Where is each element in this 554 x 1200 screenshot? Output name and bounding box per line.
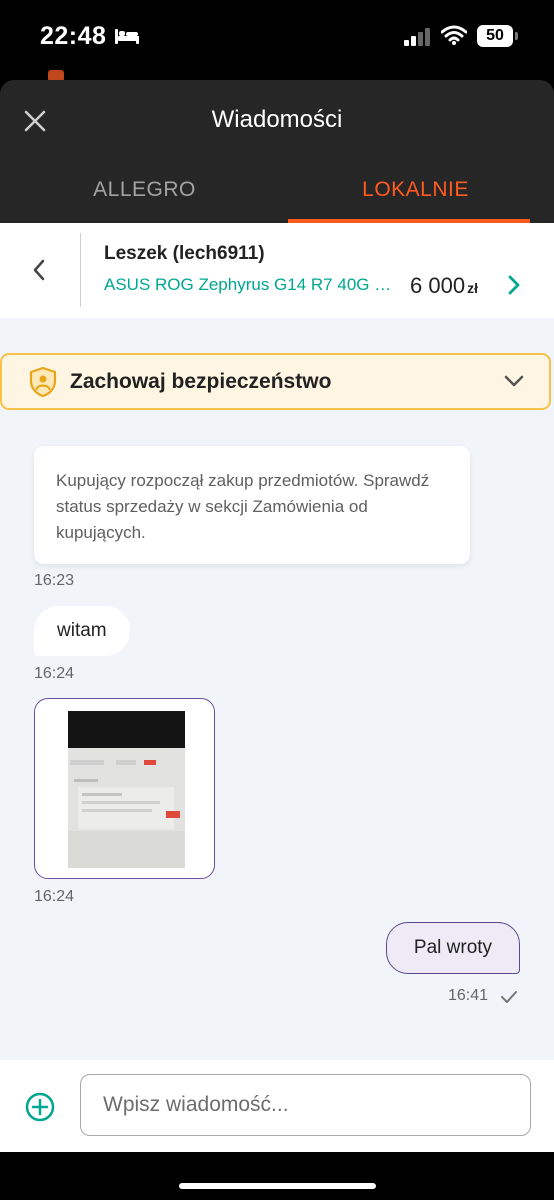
message-timestamp: 16:41 (448, 987, 489, 1004)
shield-icon (29, 366, 57, 398)
price-currency: zł (467, 280, 478, 296)
message-timestamp: 16:24 (34, 665, 75, 682)
chevron-right-icon[interactable] (504, 273, 524, 297)
composer: Wpisz wiadomość... (0, 1060, 554, 1152)
home-indicator[interactable] (179, 1183, 376, 1189)
home-bar (0, 1152, 554, 1200)
outgoing-message-bubble: Pal wroty (386, 922, 520, 974)
message-timestamp: 16:23 (34, 572, 75, 589)
price-value: 6 000 (410, 273, 466, 298)
battery-nub (515, 32, 518, 40)
chevron-left-icon[interactable] (28, 257, 50, 283)
incoming-image-message[interactable] (34, 698, 215, 879)
battery-level: 50 (477, 25, 513, 47)
checkmark-icon (501, 991, 517, 1003)
chat-area[interactable]: Zachowaj bezpieczeństwo Kupujący rozpocz… (0, 318, 554, 1060)
message-input[interactable]: Wpisz wiadomość... (80, 1074, 531, 1136)
status-bar: 22:48 50 (0, 0, 554, 82)
system-message: Kupujący rozpoczął zakup przedmiotów. Sp… (34, 446, 470, 564)
page-title: Wiadomości (211, 106, 343, 133)
messages-header: Wiadomości ALLEGRO LOKALNIE (0, 80, 554, 223)
bed-icon (115, 29, 139, 44)
wifi-icon (441, 25, 467, 45)
message-timestamp: 16:24 (34, 888, 75, 905)
item-title-link[interactable]: ASUS ROG Zephyrus G14 R7 40G SSD 512 GB (104, 275, 400, 295)
offer-bar[interactable]: Leszek (lech6911) ASUS ROG Zephyrus G14 … (0, 223, 554, 318)
chevron-down-icon[interactable] (502, 373, 526, 389)
divider (80, 233, 81, 307)
tab-lokalnie[interactable]: LOKALNIE (277, 178, 554, 202)
tab-allegro[interactable]: ALLEGRO (6, 178, 283, 202)
signal-icon (404, 28, 430, 46)
safety-banner[interactable]: Zachowaj bezpieczeństwo (0, 353, 551, 410)
attached-photo-thumbnail[interactable] (68, 711, 185, 868)
incoming-message-bubble: witam (34, 606, 130, 656)
item-price: 6 000 zł (410, 273, 478, 299)
status-time: 22:48 (40, 22, 107, 50)
seller-name: Leszek (lech6911) (104, 243, 265, 264)
safety-banner-title: Zachowaj bezpieczeństwo (70, 370, 332, 393)
plus-circle-icon[interactable] (25, 1092, 55, 1122)
